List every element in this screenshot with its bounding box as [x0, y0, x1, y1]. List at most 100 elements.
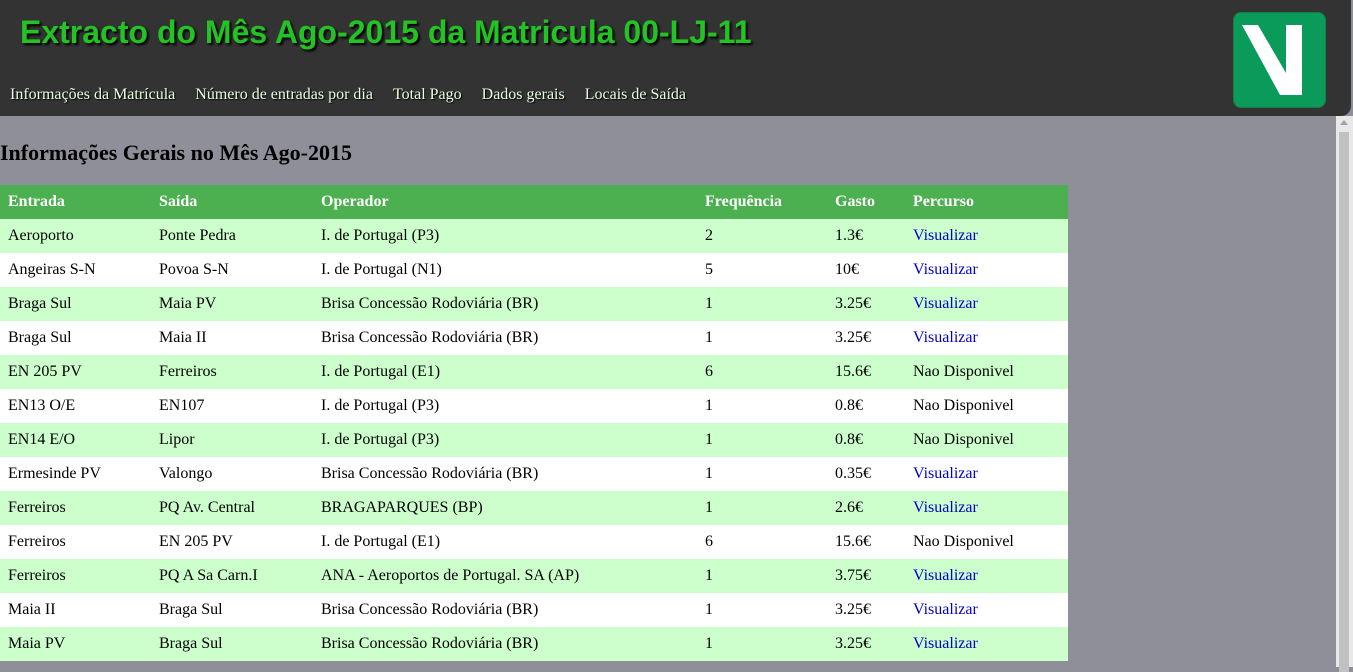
- cell-frequencia: 1: [697, 627, 827, 661]
- page-title: Extracto do Mês Ago-2015 da Matricula 00…: [20, 14, 752, 50]
- column-header-gasto: Gasto: [827, 185, 905, 219]
- cell-frequencia: 1: [697, 423, 827, 457]
- cell-operador: I. de Portugal (P3): [313, 219, 697, 253]
- cell-frequencia: 1: [697, 457, 827, 491]
- cell-operador: I. de Portugal (N1): [313, 253, 697, 287]
- page-header: Extracto do Mês Ago-2015 da Matricula 00…: [0, 0, 1351, 116]
- cell-operador: I. de Portugal (P3): [313, 389, 697, 423]
- nav-item-informacoes-matricula[interactable]: Informações da Matrícula: [10, 86, 175, 104]
- scrollbar-thumb[interactable]: [1339, 132, 1349, 672]
- cell-saida: Ponte Pedra: [151, 219, 313, 253]
- cell-gasto: 3.25€: [827, 593, 905, 627]
- cell-gasto: 3.25€: [827, 321, 905, 355]
- cell-saida: Braga Sul: [151, 627, 313, 661]
- cell-saida: Lipor: [151, 423, 313, 457]
- cell-gasto: 3.25€: [827, 627, 905, 661]
- visualizar-link[interactable]: Visualizar: [913, 499, 978, 516]
- cell-operador: Brisa Concessão Rodoviária (BR): [313, 287, 697, 321]
- vertical-scrollbar[interactable]: [1336, 116, 1353, 672]
- cell-entrada: Ferreiros: [0, 491, 151, 525]
- cell-percurso: Visualizar: [905, 593, 1068, 627]
- cell-saida: EN 205 PV: [151, 525, 313, 559]
- cell-gasto: 0.8€: [827, 423, 905, 457]
- cell-operador: BRAGAPARQUES (BP): [313, 491, 697, 525]
- cell-frequencia: 6: [697, 525, 827, 559]
- main-nav: Informações da Matrícula Número de entra…: [10, 86, 686, 104]
- nav-item-entradas-por-dia[interactable]: Número de entradas por dia: [195, 86, 373, 104]
- cell-saida: EN107: [151, 389, 313, 423]
- visualizar-link[interactable]: Visualizar: [913, 295, 978, 312]
- column-header-frequencia: Frequência: [697, 185, 827, 219]
- cell-operador: I. de Portugal (P3): [313, 423, 697, 457]
- visualizar-link[interactable]: Visualizar: [913, 635, 978, 652]
- cell-frequencia: 5: [697, 253, 827, 287]
- cell-operador: Brisa Concessão Rodoviária (BR): [313, 457, 697, 491]
- cell-gasto: 3.75€: [827, 559, 905, 593]
- visualizar-link[interactable]: Visualizar: [913, 227, 978, 244]
- cell-percurso: Visualizar: [905, 491, 1068, 525]
- cell-gasto: 15.6€: [827, 525, 905, 559]
- cell-entrada: EN13 O/E: [0, 389, 151, 423]
- cell-percurso: Visualizar: [905, 457, 1068, 491]
- cell-gasto: 15.6€: [827, 355, 905, 389]
- cell-entrada: Aeroporto: [0, 219, 151, 253]
- visualizar-link[interactable]: Visualizar: [913, 329, 978, 346]
- cell-saida: Povoa S-N: [151, 253, 313, 287]
- cell-operador: Brisa Concessão Rodoviária (BR): [313, 321, 697, 355]
- cell-percurso: Nao Disponivel: [905, 355, 1068, 389]
- table-row: Ferreiros EN 205 PV I. de Portugal (E1) 6 15…: [0, 525, 1068, 559]
- cell-percurso: Visualizar: [905, 219, 1068, 253]
- table-row: Ferreiros PQ A Sa Carn.I ANA - Aeroportos …: [0, 559, 1068, 593]
- visualizar-link[interactable]: Visualizar: [913, 465, 978, 482]
- cell-gasto: 3.25€: [827, 287, 905, 321]
- cell-operador: Brisa Concessão Rodoviária (BR): [313, 593, 697, 627]
- table-row: Maia PV Braga Sul Brisa Concessão Rodoviár…: [0, 627, 1068, 661]
- cell-percurso: Visualizar: [905, 321, 1068, 355]
- cell-percurso: Nao Disponivel: [905, 389, 1068, 423]
- cell-gasto: 1.3€: [827, 219, 905, 253]
- cell-entrada: Ermesinde PV: [0, 457, 151, 491]
- cell-saida: Valongo: [151, 457, 313, 491]
- cell-percurso: Visualizar: [905, 559, 1068, 593]
- cell-saida: Ferreiros: [151, 355, 313, 389]
- table-row: Aeroporto Ponte Pedra I. de Portugal (P3) 2…: [0, 219, 1068, 253]
- column-header-percurso: Percurso: [905, 185, 1068, 219]
- scroll-up-arrow-icon[interactable]: [1340, 120, 1348, 125]
- cell-percurso: Visualizar: [905, 253, 1068, 287]
- cell-operador: I. de Portugal (E1): [313, 525, 697, 559]
- cell-entrada: EN 205 PV: [0, 355, 151, 389]
- cell-entrada: Braga Sul: [0, 287, 151, 321]
- nav-item-locais-saida[interactable]: Locais de Saída: [585, 86, 686, 104]
- cell-entrada: Angeiras S-N: [0, 253, 151, 287]
- cell-entrada: Braga Sul: [0, 321, 151, 355]
- cell-gasto: 10€: [827, 253, 905, 287]
- visualizar-link[interactable]: Visualizar: [913, 261, 978, 278]
- cell-percurso: Nao Disponivel: [905, 525, 1068, 559]
- table-row: EN13 O/E EN107 I. de Portugal (P3) 1 0.8€ Nao…: [0, 389, 1068, 423]
- nav-item-total-pago[interactable]: Total Pago: [393, 86, 462, 104]
- cell-gasto: 2.6€: [827, 491, 905, 525]
- column-header-saida: Saída: [151, 185, 313, 219]
- cell-frequencia: 1: [697, 491, 827, 525]
- table-header-row: Entrada Saída Operador Frequência Gasto …: [0, 185, 1068, 219]
- column-header-entrada: Entrada: [0, 185, 151, 219]
- table-row: Braga Sul Maia II Brisa Concessão Rodoviár…: [0, 321, 1068, 355]
- table-row: Angeiras S-N Povoa S-N I. de Portugal (N1)…: [0, 253, 1068, 287]
- column-header-operador: Operador: [313, 185, 697, 219]
- via-verde-logo-icon[interactable]: [1234, 13, 1325, 107]
- cell-saida: PQ A Sa Carn.I: [151, 559, 313, 593]
- visualizar-link[interactable]: Visualizar: [913, 601, 978, 618]
- cell-saida: PQ Av. Central: [151, 491, 313, 525]
- cell-saida: Braga Sul: [151, 593, 313, 627]
- cell-frequencia: 1: [697, 389, 827, 423]
- cell-entrada: Ferreiros: [0, 525, 151, 559]
- table-row: EN 205 PV Ferreiros I. de Portugal (E1) 6 15…: [0, 355, 1068, 389]
- cell-gasto: 0.35€: [827, 457, 905, 491]
- cell-gasto: 0.8€: [827, 389, 905, 423]
- cell-saida: Maia PV: [151, 287, 313, 321]
- nav-item-dados-gerais[interactable]: Dados gerais: [482, 86, 565, 104]
- cell-frequencia: 1: [697, 321, 827, 355]
- cell-operador: I. de Portugal (E1): [313, 355, 697, 389]
- cell-operador: ANA - Aeroportos de Portugal. SA (AP): [313, 559, 697, 593]
- visualizar-link[interactable]: Visualizar: [913, 567, 978, 584]
